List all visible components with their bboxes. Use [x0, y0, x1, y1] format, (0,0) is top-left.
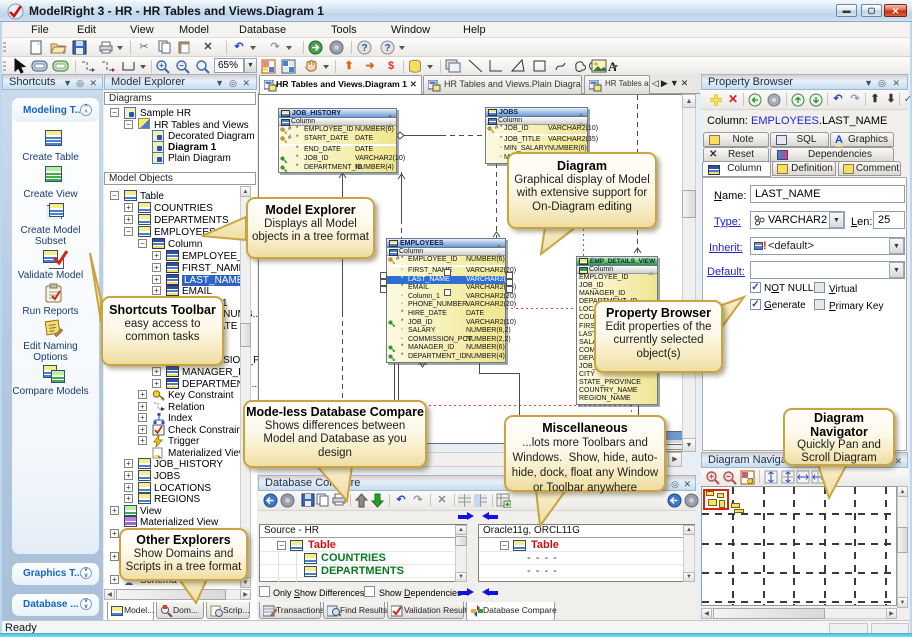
svg-text:?: ? [384, 43, 390, 54]
svg-text:?: ? [361, 43, 367, 54]
